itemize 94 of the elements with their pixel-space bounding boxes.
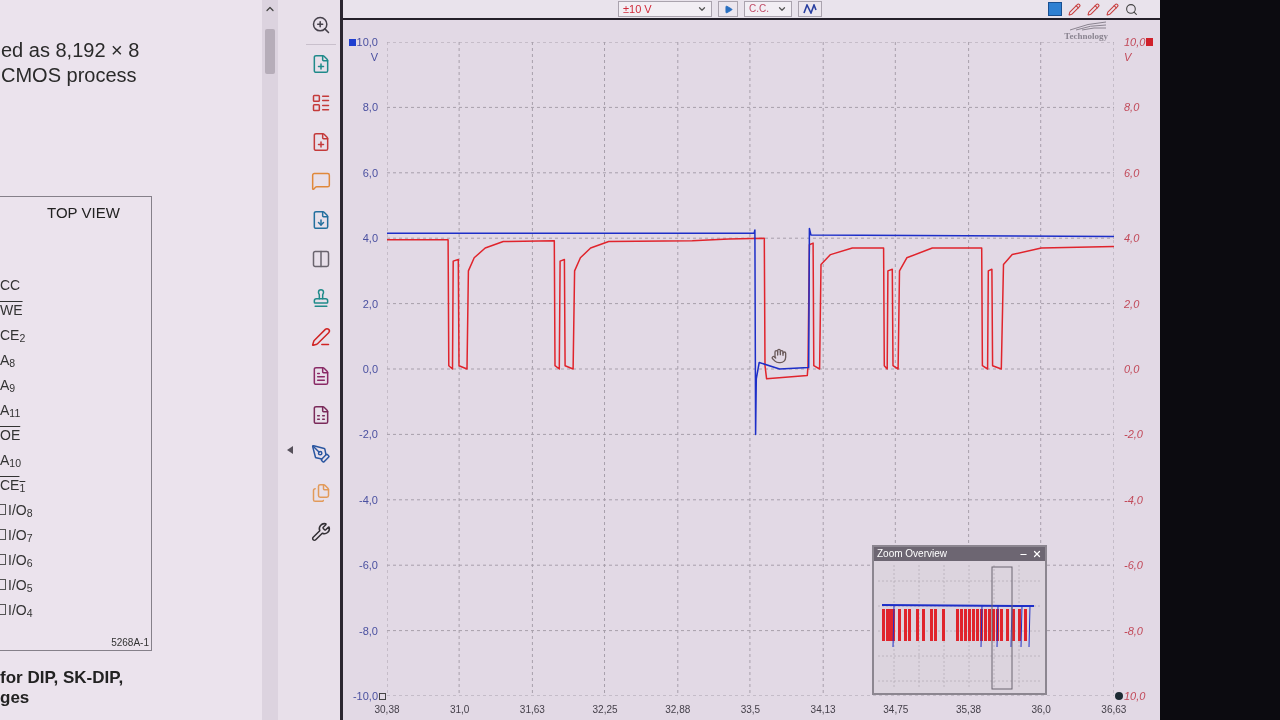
axis-tick-label: 6,0 [362, 165, 378, 180]
axis-tick-label: -6,0 [1124, 558, 1143, 573]
file-plus-icon[interactable] [311, 132, 331, 152]
pin-label: A$_{11}$ [0, 401, 21, 418]
pin-stub-icon [0, 554, 6, 565]
pin-stub-icon [0, 529, 6, 540]
pin-stub-icon [0, 604, 6, 615]
close-icon[interactable] [1032, 549, 1042, 559]
overview-title: Zoom Overview [877, 548, 947, 560]
pin-label: OE [0, 426, 21, 443]
square-marker-icon [379, 692, 386, 700]
axis-tick-label: 36,63 [1100, 704, 1128, 716]
search-icon[interactable] [1125, 2, 1138, 16]
dot-marker-icon [1115, 692, 1123, 700]
channel-marker-icon [1146, 38, 1154, 46]
axis-tick-label: 31,63 [518, 704, 546, 716]
layout-list-icon[interactable] [311, 93, 331, 113]
caret-icon [697, 4, 707, 14]
pen-tool-icon[interactable] [311, 444, 331, 464]
axis-tick-label: 6,0 [1124, 165, 1140, 180]
pin-label: A$_{10}$ [0, 451, 22, 468]
axis-tick-label: -4,0 [1124, 492, 1143, 507]
axis-tick-label: 32,25 [591, 704, 619, 716]
square-toggle-button[interactable] [1048, 2, 1062, 16]
axis-tick-label: 35,38 [955, 704, 982, 716]
axis-tick-label: 4,0 [1124, 231, 1140, 246]
caret-icon [777, 4, 787, 14]
pin-stub-icon [0, 504, 6, 515]
pin-label: I/O$_{5}$ [8, 576, 33, 593]
coupling-dropdown[interactable]: C.C. [744, 1, 792, 17]
axis-tick-label: 4,0 [362, 231, 378, 246]
axis-tick-label: 34,13 [809, 704, 837, 716]
axis-tick-label: 31,0 [448, 704, 471, 716]
range-dropdown[interactable]: ±10 V [618, 1, 712, 17]
pin-label: A$_{8}$ [0, 351, 16, 368]
axis-tick-label: 2,0 [362, 296, 378, 311]
waveform-icon [803, 4, 817, 14]
pen-icon[interactable] [311, 327, 331, 347]
pencil-icon[interactable] [1087, 2, 1100, 16]
axis-tick-label: -10,0 [352, 689, 378, 703]
pencil-icon[interactable] [1106, 2, 1119, 16]
play-icon [723, 4, 733, 14]
pencil-icon[interactable] [1068, 2, 1081, 16]
channel-marker-icon [348, 38, 356, 46]
file-download-icon[interactable] [311, 210, 331, 230]
body-text: ed as 8,192 × 8 CMOS process [0, 38, 141, 88]
figure-title: TOP VIEW [46, 203, 121, 222]
collapse-arrow-icon[interactable] [287, 446, 293, 454]
swoosh-logo-icon [1068, 21, 1108, 31]
axis-tick-label: -2,0 [359, 427, 378, 442]
axis-tick-label: 10,0 [1124, 35, 1146, 49]
figure-id: 5268A-1 [111, 637, 150, 650]
axis-tick-label: 8,0 [362, 100, 378, 115]
axis-tick-label: 34,75 [882, 704, 910, 716]
pin-label: WE [0, 301, 23, 318]
pin-label: I/O$_{4}$ [8, 601, 33, 618]
axis-tick-label: 33,5 [739, 704, 762, 716]
columns-icon[interactable] [311, 249, 331, 269]
axis-tick-label: 0,0 [1124, 362, 1140, 376]
spreadsheet-icon[interactable] [311, 405, 331, 425]
axis-tick-label: -4,0 [359, 492, 378, 507]
axis-tick-label: 30,38 [373, 704, 401, 716]
axis-tick-label: -8,0 [1124, 623, 1143, 638]
pin-label: CE$_{1}$ [0, 476, 26, 493]
play-button[interactable] [718, 1, 738, 17]
axis-unit: V [1124, 50, 1132, 64]
figure-caption: for DIP, SK-DIP, ges [0, 668, 125, 708]
logo-text: Technology [1064, 31, 1108, 41]
axis-tick-label: 8,0 [1124, 100, 1140, 115]
file-plus-icon[interactable] [311, 54, 331, 74]
pin-label: I/O$_{6}$ [8, 551, 33, 568]
stamp-icon[interactable] [311, 288, 331, 308]
axis-tick-label: -8,0 [359, 623, 378, 638]
axis-tick-label: 32,88 [664, 704, 692, 716]
axis-tick-label: 10,0 [356, 35, 378, 49]
scrollbar-thumb[interactable] [265, 29, 275, 74]
axis-tick-label: 0,0 [362, 362, 378, 376]
axis-tick-label: 2,0 [1124, 296, 1140, 311]
axis-tick-label: 10,0 [1124, 689, 1146, 703]
hand-cursor-icon [771, 348, 787, 364]
pin-label: CE$_{2}$ [0, 326, 26, 343]
zoom-in-icon[interactable] [311, 15, 331, 35]
axis-tick-label: -6,0 [359, 558, 378, 573]
pin-stub-icon [0, 579, 6, 590]
pin-label: I/O$_{7}$ [8, 526, 33, 543]
axis-tick-label: 36,0 [1030, 704, 1052, 716]
waveform-button[interactable] [798, 1, 822, 17]
pin-label: I/O$_{8}$ [8, 501, 33, 518]
axis-unit: V [370, 50, 378, 64]
wrench-icon[interactable] [311, 522, 331, 542]
axis-tick-label: -2,0 [1124, 427, 1143, 442]
pin-label: CC [0, 276, 21, 293]
document-icon[interactable] [311, 366, 331, 386]
pin-label: A$_{9}$ [0, 376, 16, 393]
